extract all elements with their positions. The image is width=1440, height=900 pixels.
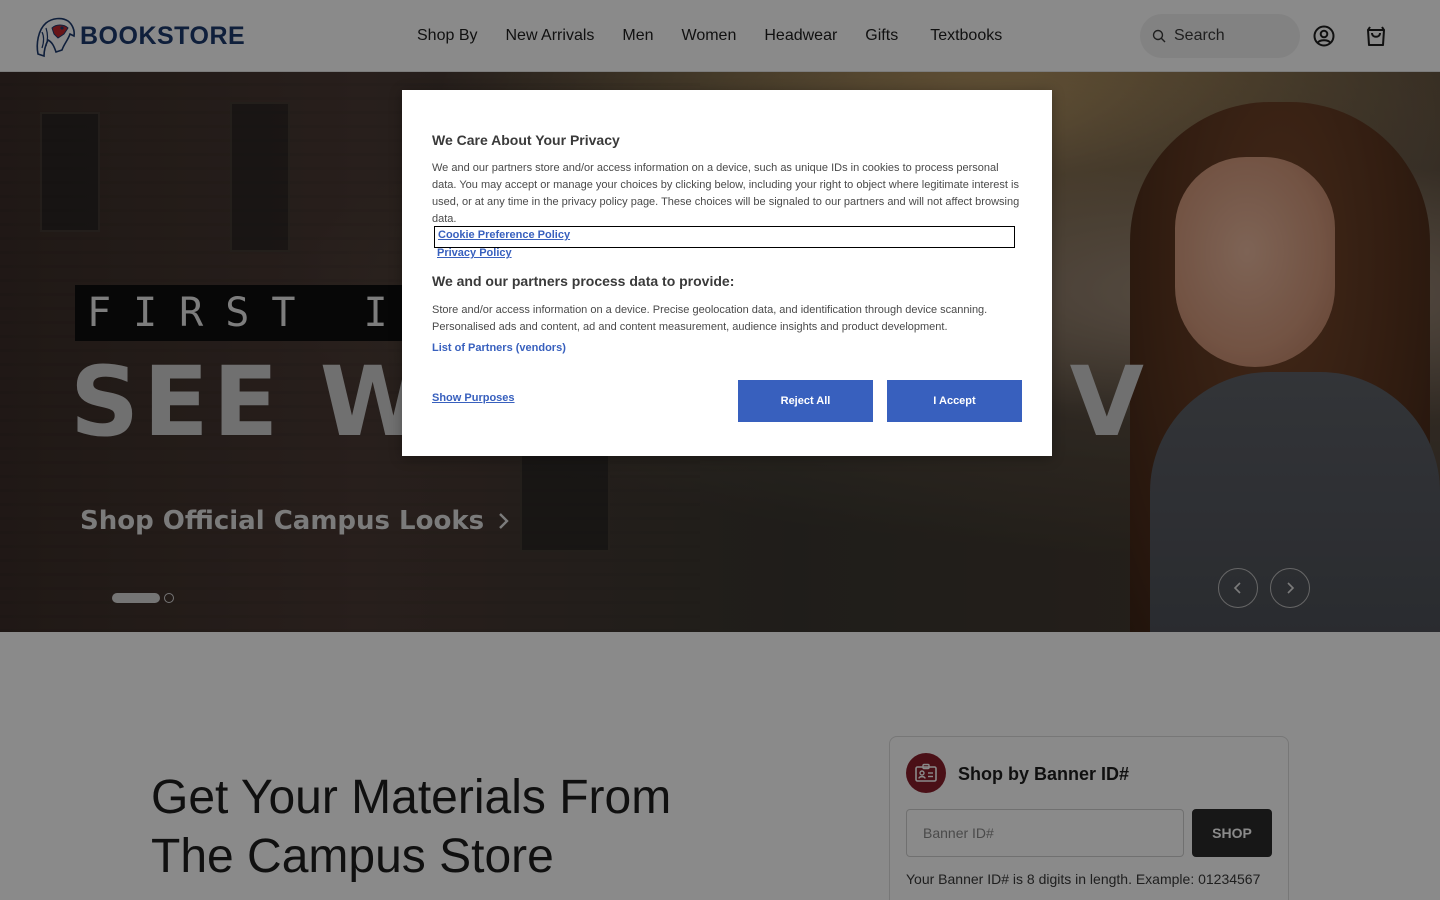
privacy-policy-link[interactable]: Privacy Policy — [437, 247, 512, 259]
privacy-modal-subtitle: We and our partners process data to prov… — [432, 273, 735, 289]
privacy-modal-title: We Care About Your Privacy — [432, 132, 620, 148]
privacy-modal-purposes-text: Store and/or access information on a dev… — [432, 304, 988, 333]
reject-all-button[interactable]: Reject All — [738, 380, 873, 422]
accept-button[interactable]: I Accept — [887, 380, 1022, 422]
privacy-modal-body: We and our partners store and/or access … — [432, 162, 1020, 225]
list-of-partners-link[interactable]: List of Partners (vendors) — [432, 342, 566, 354]
cookie-preference-policy-link[interactable]: Cookie Preference Policy — [434, 226, 1015, 248]
privacy-consent-modal: We Care About Your Privacy We and our pa… — [402, 90, 1052, 456]
show-purposes-link[interactable]: Show Purposes — [432, 392, 515, 404]
